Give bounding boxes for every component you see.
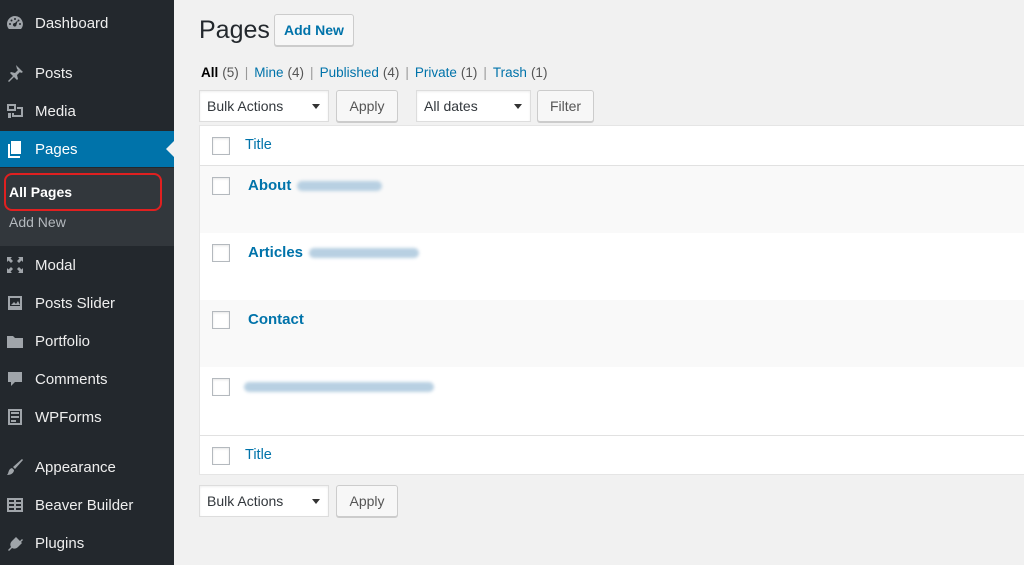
table-row: [200, 367, 1024, 435]
view-count: (1): [460, 65, 478, 80]
select-all-checkbox-bottom[interactable]: [212, 447, 230, 465]
menu-label: Comments: [35, 370, 108, 388]
submenu-add-new[interactable]: Add New: [9, 214, 66, 230]
pushpin-icon: [5, 63, 25, 83]
row-title-text: Contact: [248, 311, 304, 328]
apply-button[interactable]: Apply: [336, 90, 398, 122]
separator: |: [244, 65, 249, 80]
view-count: (5): [222, 65, 239, 80]
view-published-link[interactable]: Published: [320, 65, 379, 80]
dates-select[interactable]: All dates: [416, 90, 531, 122]
menu-label: Beaver Builder: [35, 496, 134, 514]
menu-label: Modal: [35, 256, 76, 274]
menu-label: Posts: [35, 64, 73, 82]
add-new-button[interactable]: Add New: [274, 14, 354, 46]
table-row: Contact: [200, 300, 1024, 367]
slides-icon: [5, 293, 25, 313]
chevron-down-icon: [514, 104, 522, 109]
bulk-actions-value: Bulk Actions: [207, 98, 284, 114]
chevron-down-icon: [312, 499, 320, 504]
pages-icon: [5, 139, 25, 159]
menu-item-media[interactable]: Media: [0, 93, 174, 129]
menu-item-beaver-builder[interactable]: Beaver Builder: [0, 487, 174, 523]
view-all-link[interactable]: All: [201, 65, 218, 80]
redacted-text: [244, 382, 434, 393]
table-row: About: [200, 166, 1024, 233]
view-private-link[interactable]: Private: [415, 65, 457, 80]
view-trash-link[interactable]: Trash: [493, 65, 527, 80]
separator: |: [310, 65, 314, 80]
media-icon: [5, 101, 25, 121]
redacted-text: [297, 181, 383, 192]
menu-label: Appearance: [35, 458, 116, 476]
chevron-down-icon: [312, 104, 320, 109]
title-column-header[interactable]: Title: [245, 137, 272, 153]
menu-label: Portfolio: [35, 332, 91, 350]
view-filters: All (5) | Mine (4) | Published (4) | Pri…: [201, 65, 547, 80]
menu-label: Plugins: [35, 534, 85, 552]
table-row: Articles: [200, 233, 1024, 300]
move-arrows-icon: [5, 255, 25, 275]
pages-table: Title About Articles Contact Title: [199, 125, 1024, 475]
bulk-actions-value: Bulk Actions: [207, 493, 284, 509]
view-count: (4): [382, 65, 400, 80]
forms-icon: [5, 407, 25, 427]
dashboard-icon: [5, 13, 25, 33]
view-count: (1): [530, 65, 548, 80]
menu-item-pages[interactable]: Pages: [0, 131, 174, 167]
bulk-actions-select-bottom[interactable]: Bulk Actions: [199, 485, 329, 517]
apply-button-bottom[interactable]: Apply: [336, 485, 398, 517]
row-title-link[interactable]: About: [248, 177, 383, 194]
row-title-link[interactable]: Contact: [248, 311, 304, 328]
bulk-actions-select[interactable]: Bulk Actions: [199, 90, 329, 122]
row-title-link[interactable]: [244, 378, 434, 395]
separator: |: [483, 65, 487, 80]
menu-item-plugins[interactable]: Plugins: [0, 525, 174, 561]
menu-label: Media: [35, 102, 76, 120]
row-checkbox[interactable]: [212, 311, 230, 329]
menu-label: Posts Slider: [35, 294, 116, 312]
row-title-text: Articles: [248, 244, 304, 261]
menu-item-posts[interactable]: Posts: [0, 55, 174, 91]
plugin-icon: [5, 533, 25, 553]
dates-value: All dates: [424, 98, 478, 114]
row-title-text: About: [248, 177, 292, 194]
folder-icon: [5, 331, 25, 351]
brush-icon: [5, 457, 25, 477]
highlight-annotation: [4, 173, 162, 211]
menu-item-posts-slider[interactable]: Posts Slider: [0, 285, 174, 321]
row-checkbox[interactable]: [212, 177, 230, 195]
menu-item-dashboard[interactable]: Dashboard: [0, 5, 174, 41]
menu-label: Dashboard: [35, 14, 109, 32]
page-title: Pages: [199, 16, 270, 44]
table-footer: Title: [200, 435, 1024, 475]
separator: |: [405, 65, 409, 80]
menu-item-portfolio[interactable]: Portfolio: [0, 323, 174, 359]
view-mine-link[interactable]: Mine: [254, 65, 283, 80]
select-all-checkbox[interactable]: [212, 137, 230, 155]
filter-button[interactable]: Filter: [537, 90, 594, 122]
menu-label: Pages: [35, 140, 78, 158]
redacted-text: [309, 248, 420, 259]
main-content: Pages Add New All (5) | Mine (4) | Publi…: [174, 0, 1024, 565]
row-title-link[interactable]: Articles: [248, 244, 420, 261]
menu-label: WPForms: [35, 408, 102, 426]
view-count: (4): [287, 65, 305, 80]
row-checkbox[interactable]: [212, 378, 230, 396]
comment-icon: [5, 369, 25, 389]
title-column-footer[interactable]: Title: [245, 447, 272, 463]
table-header: Title: [200, 126, 1024, 166]
menu-item-appearance[interactable]: Appearance: [0, 449, 174, 485]
menu-item-comments[interactable]: Comments: [0, 361, 174, 397]
menu-item-modal[interactable]: Modal: [0, 247, 174, 283]
grid-icon: [5, 495, 25, 515]
menu-item-wpforms[interactable]: WPForms: [0, 399, 174, 435]
row-checkbox[interactable]: [212, 244, 230, 262]
admin-sidebar: Dashboard Posts Media Pages All Pages Ad…: [0, 0, 174, 565]
